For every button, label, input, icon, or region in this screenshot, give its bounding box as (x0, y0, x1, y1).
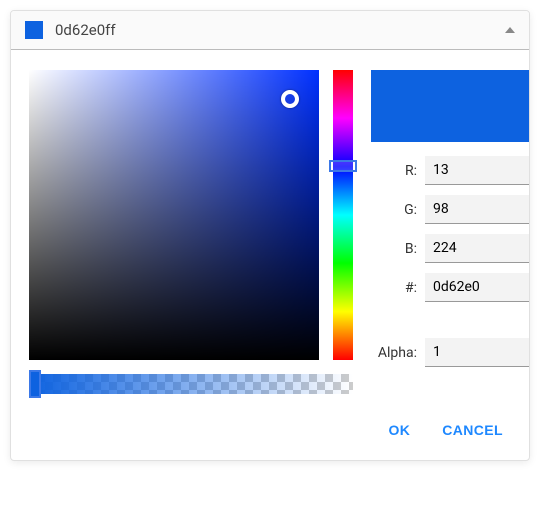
cancel-button[interactable]: CANCEL (438, 416, 507, 444)
collapse-chevron-icon[interactable] (505, 27, 515, 33)
sv-hue-row (29, 70, 353, 360)
input-hex[interactable] (425, 273, 530, 302)
input-b[interactable] (425, 234, 530, 263)
field-row-hex: #: (371, 273, 530, 302)
rgb-fields: R: G: B: #: Alpha: (371, 156, 530, 367)
alpha-slider[interactable] (29, 374, 353, 394)
field-row-b: B: (371, 234, 530, 263)
field-row-alpha: Alpha: (371, 338, 530, 367)
field-row-r: R: (371, 156, 530, 185)
hue-handle-icon[interactable] (329, 160, 357, 172)
color-picker-header[interactable]: 0d62e0ff (11, 11, 529, 50)
color-picker-panel: 0d62e0ff R: (10, 10, 530, 461)
sv-handle-icon[interactable] (281, 90, 299, 108)
label-b: B: (371, 241, 417, 257)
dialog-actions: OK CANCEL (11, 410, 529, 460)
input-r[interactable] (425, 156, 530, 185)
label-g: G: (371, 202, 417, 218)
color-preview-swatch (371, 70, 530, 142)
field-row-g: G: (371, 195, 530, 224)
alpha-handle-icon[interactable] (29, 370, 41, 398)
ok-button[interactable]: OK (384, 416, 414, 444)
hue-slider[interactable] (333, 70, 353, 360)
input-alpha[interactable] (425, 338, 530, 367)
saturation-value-panel[interactable] (29, 70, 319, 360)
label-hex: #: (371, 280, 417, 296)
label-r: R: (371, 163, 417, 179)
header-hex-text: 0d62e0ff (55, 21, 505, 39)
header-swatch (25, 21, 43, 39)
picker-right-column: R: G: B: #: Alpha: (371, 70, 530, 394)
color-picker-body: R: G: B: #: Alpha: (11, 50, 529, 410)
picker-left-column (29, 70, 353, 394)
input-g[interactable] (425, 195, 530, 224)
label-alpha: Alpha: (371, 345, 417, 361)
